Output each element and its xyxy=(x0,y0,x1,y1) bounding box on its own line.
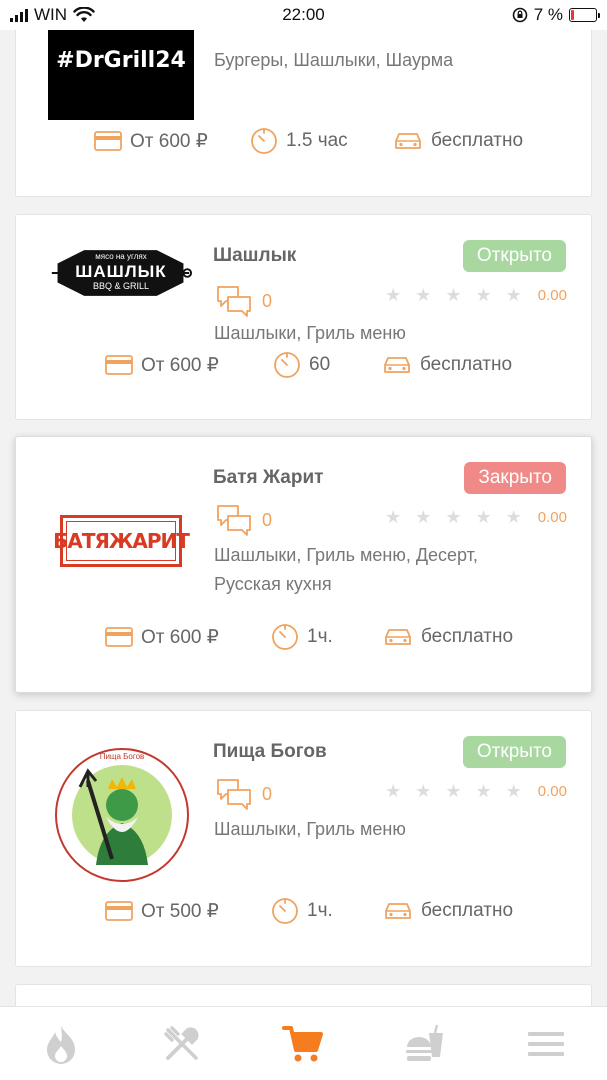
cuisine-text: Шашлыки, Гриль меню, Десерт, Русская кух… xyxy=(214,545,478,594)
star-icon: ★ xyxy=(415,507,432,527)
car-icon xyxy=(385,903,411,919)
credit-card-icon xyxy=(105,627,133,647)
timer-icon xyxy=(251,128,277,154)
star-icon: ★ xyxy=(505,285,522,305)
restaurant-logo: Пища Богов xyxy=(54,747,190,883)
min-order: От 600 ₽ xyxy=(130,130,208,152)
status-badge: Закрыто xyxy=(464,462,566,494)
star-icon: ★ xyxy=(475,507,492,527)
delivery-cost: бесплатно xyxy=(421,900,514,921)
nav-restaurants[interactable] xyxy=(152,1019,212,1069)
restaurant-name: Пища Богов xyxy=(213,741,327,762)
delivery-time: 1.5 час xyxy=(286,130,348,151)
reviews-count: 0 xyxy=(262,509,273,530)
comments-icon xyxy=(217,779,251,810)
orientation-lock-icon xyxy=(512,7,528,23)
star-icon: ★ xyxy=(445,507,462,527)
menu-icon xyxy=(528,1031,565,1056)
credit-card-icon xyxy=(105,355,133,375)
restaurant-logo: БАТЯЖАРИТ xyxy=(53,515,190,567)
star-icon: ★ xyxy=(385,507,402,527)
min-order: От 600 ₽ xyxy=(141,354,219,376)
cuisine-text: Шашлыки, Гриль меню xyxy=(214,323,406,343)
timer-icon xyxy=(272,624,298,650)
star-icon: ★ xyxy=(445,781,462,801)
wifi-icon xyxy=(73,7,95,22)
delivery-time: 1ч. xyxy=(307,900,333,921)
signal-icon xyxy=(10,8,28,22)
rating-value: 0.00 xyxy=(537,287,567,304)
comments-icon xyxy=(217,505,251,536)
status-badge: Открыто xyxy=(462,240,566,272)
rating-stars: ★ ★ ★ ★ ★ 0.00 xyxy=(385,507,567,528)
star-icon: ★ xyxy=(505,507,522,527)
flame-icon xyxy=(46,1025,75,1064)
star-icon: ★ xyxy=(475,781,492,801)
battery-percent: 7 % xyxy=(533,5,563,24)
star-icon: ★ xyxy=(445,285,462,305)
cuisine-text: Шашлыки, Гриль меню xyxy=(214,819,406,839)
star-icon: ★ xyxy=(475,285,492,305)
nav-promotions[interactable] xyxy=(31,1019,91,1069)
status-badge: Открыто xyxy=(462,736,566,768)
restaurant-card[interactable]: мясо на углях ШАШЛЫК BBQ & GRILL Шашлык … xyxy=(15,214,592,420)
star-icon: ★ xyxy=(415,285,432,305)
credit-card-icon xyxy=(94,131,122,151)
delivery-cost: бесплатно xyxy=(431,130,524,151)
star-icon: ★ xyxy=(415,781,432,801)
cart-icon xyxy=(282,1025,324,1061)
star-icon: ★ xyxy=(385,285,402,305)
reviews-count: 0 xyxy=(262,290,273,311)
credit-card-icon xyxy=(105,901,133,921)
restaurant-name: Батя Жарит xyxy=(213,467,324,488)
status-bar: WIN 22:00 7 % xyxy=(0,0,607,30)
car-icon xyxy=(384,357,410,373)
nav-cart[interactable] xyxy=(273,1019,333,1069)
nav-fastfood[interactable] xyxy=(395,1019,455,1069)
battery-icon xyxy=(569,8,600,22)
delivery-cost: бесплатно xyxy=(420,354,513,375)
reviews-count: 0 xyxy=(262,783,273,804)
restaurant-logo-text: мясо на углях ШАШЛЫК BBQ & GRILL xyxy=(75,252,167,291)
cutlery-icon xyxy=(164,1025,199,1060)
star-icon: ★ xyxy=(505,781,522,801)
rating-value: 0.00 xyxy=(537,783,567,800)
min-order: От 600 ₽ xyxy=(141,626,219,648)
delivery-cost: бесплатно xyxy=(421,626,514,647)
delivery-time: 60 xyxy=(309,354,331,375)
rating-stars: ★ ★ ★ ★ ★ 0.00 xyxy=(385,285,567,306)
timer-icon xyxy=(274,352,300,378)
carrier-label: WIN xyxy=(34,5,68,24)
restaurant-card[interactable]: БАТЯЖАРИТ Батя Жарит Закрыто 0 ★ ★ ★ ★ ★ 0.0… xyxy=(15,436,592,693)
burger-drink-icon xyxy=(405,1024,443,1061)
timer-icon xyxy=(272,898,298,924)
car-icon xyxy=(385,629,411,645)
comments-icon xyxy=(217,286,251,317)
nav-menu[interactable] xyxy=(516,1019,576,1069)
cuisine-text: Бургеры, Шашлыки, Шаурма xyxy=(214,50,454,70)
min-order: От 500 ₽ xyxy=(141,900,219,922)
bottom-navigation xyxy=(0,1006,607,1080)
rating-value: 0.00 xyxy=(537,509,567,526)
star-icon: ★ xyxy=(385,781,402,801)
car-icon xyxy=(395,133,421,149)
restaurant-name: Шашлык xyxy=(213,245,297,266)
rating-stars: ★ ★ ★ ★ ★ 0.00 xyxy=(385,781,567,802)
restaurant-card[interactable]: Пища Богов Пища Богов Открыто 0 ★ ★ ★ ★ ★ 0.… xyxy=(15,710,592,967)
delivery-time: 1ч. xyxy=(307,626,333,647)
